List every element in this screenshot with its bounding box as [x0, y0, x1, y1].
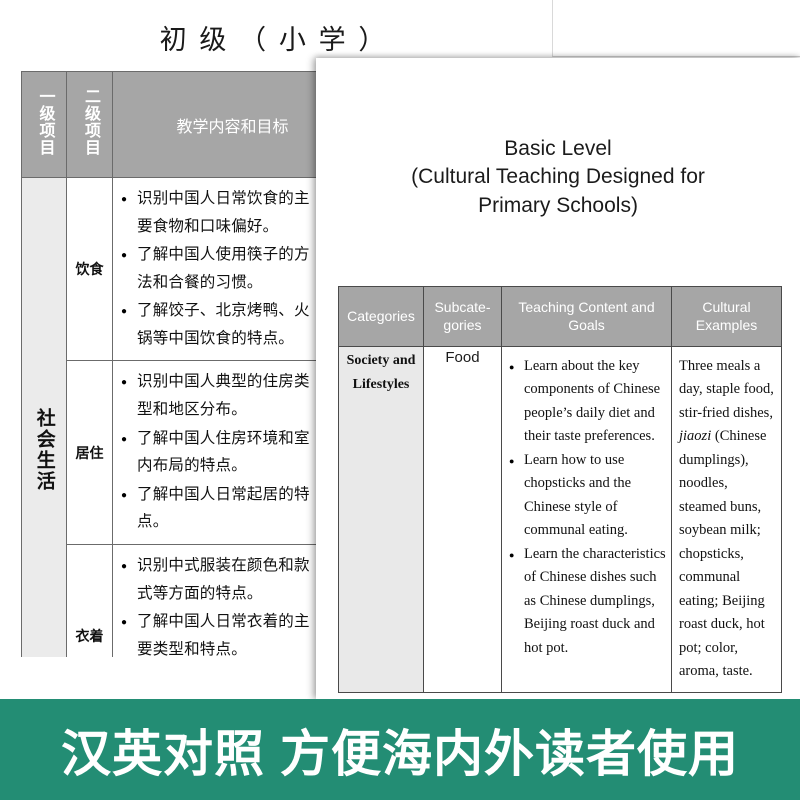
chinese-goal-item: 了解中国人使用筷子的方 法和合餐的习惯。	[120, 241, 348, 296]
english-table-row: Society and Lifestyles Food Learn about …	[338, 346, 782, 693]
english-title-line-2: (Cultural Teaching Designed for	[411, 165, 705, 189]
english-category-line2: Lifestyles	[352, 376, 410, 392]
english-header-teaching-content: Teaching Content and Goals	[501, 286, 672, 347]
english-header-cultural-examples-line2: Examples	[695, 316, 758, 333]
chinese-goals-list: 识别中国人典型的住房类 型和地区分布。 了解中国人住房环境和室 内布局的特点。 …	[120, 368, 348, 535]
chinese-category-label: 社会生活	[33, 407, 55, 492]
english-header-cultural-examples-line1: Cultural	[702, 299, 751, 315]
promo-banner-text: 汉英对照 方便海内外读者使用	[61, 725, 739, 782]
chinese-category-cell: 社会生活	[21, 176, 67, 657]
english-header-subcategories: Subcate- gories	[423, 286, 502, 347]
english-goal-item: Learn about the key components of Chines…	[508, 355, 666, 449]
english-curriculum-table: Categories Subcate- gories Teaching Cont…	[338, 286, 782, 693]
english-goals-list: Learn about the key components of Chines…	[508, 355, 666, 660]
english-header-categories: Categories	[338, 286, 424, 347]
english-category-cell: Society and Lifestyles	[338, 346, 424, 693]
chinese-goal-item: 了解中国人日常起居的特 点。	[120, 481, 348, 536]
chinese-page-title: 初 级 （ 小 学 ）	[159, 25, 389, 55]
english-subcategory-cell: Food	[423, 346, 502, 693]
chinese-subcategory-cell: 居住	[66, 360, 113, 545]
chinese-goals-list: 识别中国人日常饮食的主 要食物和口味偏好。 了解中国人使用筷子的方 法和合餐的习…	[120, 185, 348, 352]
english-examples-italic-term: jiaozi	[679, 428, 712, 445]
chinese-header-level1-label: 一级项目	[36, 88, 54, 156]
english-examples-pre: Three meals a day, staple food, stir-fri…	[679, 358, 774, 421]
screenshot-root: 初 级 （ 小 学 ） 一级项目 二级项目 教学内容和目标 社会生活 饮食 ● …	[0, 0, 800, 800]
english-goal-item: Learn the characteristics of Chinese dis…	[508, 543, 666, 660]
english-title-line-1: Basic Level	[504, 137, 612, 160]
chinese-goal-item: 了解中国人住房环境和室 内布局的特点。	[120, 425, 348, 480]
chinese-header-level2-label: 二级项目	[81, 88, 99, 156]
english-table-header-row: Categories Subcate- gories Teaching Cont…	[338, 286, 782, 347]
english-header-subcategories-line2: gories	[443, 316, 482, 333]
chinese-goal-item: 了解饺子、北京烤鸭、火 锅等中国饮食的特点。	[120, 297, 348, 352]
english-goals-cell: Learn about the key components of Chines…	[501, 346, 672, 693]
english-category-line1: Society and	[346, 353, 416, 368]
english-examples-post: (Chinese dumplings), noodles, steamed bu…	[679, 428, 767, 680]
promo-banner: 汉英对照 方便海内外读者使用	[0, 699, 800, 800]
chinese-goal-item: 了解中国人日常衣着的主 要类型和特点。	[120, 608, 348, 657]
english-header-teaching-content-line2: Goals	[568, 316, 605, 333]
english-goal-item: Learn how to use chopsticks and the Chin…	[508, 449, 666, 543]
chinese-header-level2: 二级项目	[66, 71, 113, 178]
page-top-edge	[552, 0, 800, 57]
chinese-header-level1: 一级项目	[21, 71, 67, 178]
chinese-goals-list: 识别中式服装在颜色和款 式等方面的特点。 了解中国人日常衣着的主 要类型和特点。…	[120, 552, 348, 657]
chinese-goal-item: 识别中国人日常饮食的主 要食物和口味偏好。	[120, 185, 348, 240]
chinese-subcategory-cell: 衣着	[66, 543, 113, 657]
english-title-line-3: Primary Schools)	[478, 193, 638, 217]
chinese-goal-item: 识别中国人典型的住房类 型和地区分布。	[120, 368, 348, 423]
chinese-goal-item: 识别中式服装在颜色和款 式等方面的特点。	[120, 552, 348, 607]
english-header-subcategories-line1: Subcate-	[434, 299, 491, 315]
english-page-title: Basic Level (Cultural Teaching Designed …	[316, 135, 800, 220]
chinese-subcategory-cell: 饮食	[66, 176, 113, 362]
english-table-container: Categories Subcate- gories Teaching Cont…	[338, 286, 782, 693]
english-header-teaching-content-line1: Teaching Content and	[518, 299, 655, 315]
english-overlay-card: Basic Level (Cultural Teaching Designed …	[316, 58, 800, 699]
english-header-cultural-examples: Cultural Examples	[671, 286, 782, 347]
english-examples-cell: Three meals a day, staple food, stir-fri…	[671, 346, 782, 693]
